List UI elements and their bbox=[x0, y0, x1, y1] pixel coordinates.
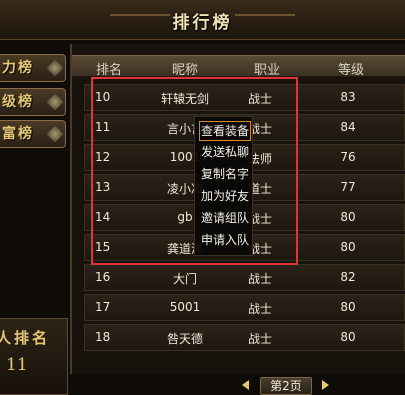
row-level: 84 bbox=[340, 120, 356, 134]
header-job: 职业 bbox=[253, 63, 280, 78]
header-level: 等级 bbox=[337, 63, 364, 78]
row-level: 80 bbox=[340, 330, 356, 344]
row-rank: 16 bbox=[95, 270, 111, 284]
row-nickname: 大门 bbox=[172, 272, 197, 286]
header-rank: 排名 bbox=[95, 63, 122, 78]
row-level: 83 bbox=[340, 90, 356, 104]
tab-level-ranking[interactable]: 级榜 bbox=[0, 88, 66, 116]
menu-add-friend[interactable]: 加为好友 bbox=[199, 187, 251, 207]
table-header: 排名 昵称 职业 等级 bbox=[72, 55, 405, 78]
tab-label: 富榜 bbox=[2, 126, 34, 142]
row-nickname: 5001 bbox=[169, 300, 201, 314]
tab-power-ranking[interactable]: 力榜 bbox=[0, 54, 66, 82]
header-nickname: 昵称 bbox=[171, 63, 198, 78]
row-rank: 17 bbox=[95, 300, 111, 314]
row-level: 82 bbox=[340, 270, 356, 284]
tab-gem-icon bbox=[46, 93, 64, 111]
menu-view-equipment[interactable]: 查看装备 bbox=[199, 121, 251, 141]
row-rank: 18 bbox=[95, 330, 111, 344]
table-row[interactable]: 18 咎天德 战士 80 bbox=[84, 324, 405, 351]
row-level: 80 bbox=[340, 240, 356, 254]
my-rank-label: 人排名 bbox=[0, 329, 51, 347]
title-bar: 排行榜 bbox=[0, 0, 405, 40]
row-level: 77 bbox=[340, 180, 356, 194]
table-row[interactable]: 16 大门 战士 82 bbox=[84, 264, 405, 291]
window-title: 排行榜 bbox=[172, 13, 233, 33]
tab-label: 力榜 bbox=[2, 60, 34, 76]
tab-gem-icon bbox=[46, 125, 64, 143]
menu-invite-team[interactable]: 邀请组队 bbox=[199, 209, 251, 229]
player-context-menu: 查看装备 发送私聊 复制名字 加为好友 邀请组队 申请入队 bbox=[194, 116, 253, 256]
row-level: 80 bbox=[340, 210, 356, 224]
tab-label: 级榜 bbox=[2, 94, 34, 110]
ranking-window: 排行榜 力榜 级榜 富榜 人排名 11 排名 昵称 职业 等级 10 轩辕无剑 … bbox=[0, 0, 405, 395]
page-indicator: 第2页 bbox=[260, 377, 312, 395]
menu-send-private-chat[interactable]: 发送私聊 bbox=[199, 143, 251, 163]
prev-page-arrow-icon[interactable] bbox=[242, 380, 249, 390]
row-job: 战士 bbox=[247, 302, 272, 316]
menu-apply-join-team[interactable]: 申请入队 bbox=[199, 231, 251, 251]
row-level: 76 bbox=[340, 150, 356, 164]
title-ornament-right bbox=[235, 14, 295, 16]
tab-gem-icon bbox=[46, 59, 64, 77]
my-rank-value: 11 bbox=[6, 355, 28, 375]
tab-wealth-ranking[interactable]: 富榜 bbox=[0, 120, 66, 148]
menu-copy-name[interactable]: 复制名字 bbox=[199, 165, 251, 185]
next-page-arrow-icon[interactable] bbox=[322, 380, 329, 390]
my-rank-panel: 人排名 11 bbox=[0, 318, 68, 395]
table-row[interactable]: 17 5001 战士 80 bbox=[84, 294, 405, 321]
pager: 第2页 bbox=[236, 376, 336, 395]
row-job: 战士 bbox=[247, 332, 272, 346]
row-job: 战士 bbox=[247, 272, 272, 286]
row-nickname: 咎天德 bbox=[166, 332, 203, 346]
row-level: 80 bbox=[340, 300, 356, 314]
